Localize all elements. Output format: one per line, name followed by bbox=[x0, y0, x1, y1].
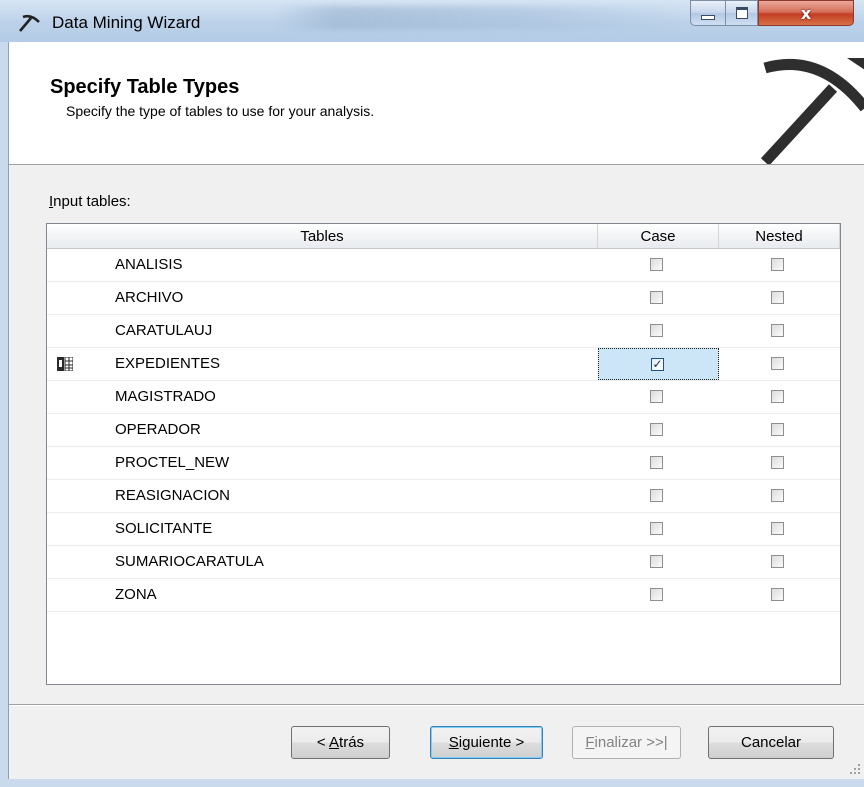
cancel-button[interactable]: Cancelar bbox=[708, 726, 834, 759]
finish-button-label: Finalizar >>| bbox=[585, 734, 668, 751]
case-checkbox[interactable] bbox=[650, 489, 663, 502]
nested-checkbox[interactable] bbox=[771, 423, 784, 436]
table-row[interactable]: ARCHIVO bbox=[47, 282, 840, 315]
back-button[interactable]: < Atrás bbox=[291, 726, 390, 759]
pickaxe-icon bbox=[761, 58, 864, 164]
case-table-icon bbox=[57, 357, 73, 371]
nested-checkbox[interactable] bbox=[771, 390, 784, 403]
case-checkbox[interactable] bbox=[650, 258, 663, 271]
maximize-icon bbox=[735, 7, 748, 19]
table-row[interactable]: REASIGNACION bbox=[47, 480, 840, 513]
table-row[interactable]: EXPEDIENTES ✓ bbox=[47, 348, 840, 381]
table-row[interactable]: CARATULAUJ bbox=[47, 315, 840, 348]
case-checkbox[interactable] bbox=[650, 555, 663, 568]
nested-cell[interactable] bbox=[719, 315, 840, 347]
case-cell[interactable] bbox=[598, 381, 719, 413]
nested-cell[interactable] bbox=[719, 414, 840, 446]
nested-checkbox[interactable] bbox=[771, 258, 784, 271]
nested-cell[interactable] bbox=[719, 513, 840, 545]
pickaxe-app-icon bbox=[19, 14, 40, 32]
resize-grip-icon[interactable] bbox=[849, 763, 861, 775]
table-name: REASIGNACION bbox=[115, 487, 231, 504]
table-name: ARCHIVO bbox=[115, 289, 184, 306]
minimize-button[interactable] bbox=[690, 0, 725, 26]
title-bar[interactable]: Data Mining Wizard x bbox=[0, 0, 864, 42]
nested-checkbox[interactable] bbox=[771, 555, 784, 568]
case-cell[interactable] bbox=[598, 414, 719, 446]
table-name: EXPEDIENTES bbox=[115, 355, 221, 372]
table-name: ANALISIS bbox=[115, 256, 183, 273]
input-tables-label-text: nput tables: bbox=[53, 193, 131, 210]
wizard-body: Specify Table Types Specify the type of … bbox=[8, 42, 864, 779]
back-button-label: < Atrás bbox=[316, 734, 365, 751]
table-row[interactable]: SUMARIOCARATULA bbox=[47, 546, 840, 579]
table-name: OPERADOR bbox=[115, 421, 201, 438]
table-row[interactable]: ZONA bbox=[47, 579, 840, 612]
case-checkbox[interactable] bbox=[650, 390, 663, 403]
maximize-button[interactable] bbox=[725, 0, 758, 26]
nested-cell[interactable] bbox=[719, 480, 840, 512]
case-cell[interactable] bbox=[598, 447, 719, 479]
table-row[interactable]: ANALISIS bbox=[47, 249, 840, 282]
table-name: PROCTEL_NEW bbox=[115, 454, 230, 471]
page-title: Specify Table Types bbox=[50, 76, 240, 98]
case-cell[interactable] bbox=[598, 513, 719, 545]
nested-cell[interactable] bbox=[719, 447, 840, 479]
table-name: MAGISTRADO bbox=[115, 388, 216, 405]
minimize-icon bbox=[701, 15, 715, 20]
table-name: SUMARIOCARATULA bbox=[115, 553, 264, 570]
close-icon: x bbox=[800, 3, 812, 23]
table-name: ZONA bbox=[115, 586, 157, 603]
case-cell[interactable] bbox=[598, 480, 719, 512]
case-checkbox[interactable]: ✓ bbox=[651, 358, 664, 371]
table-row[interactable]: MAGISTRADO bbox=[47, 381, 840, 414]
column-header-case[interactable]: Case bbox=[598, 224, 719, 249]
nested-cell[interactable] bbox=[719, 381, 840, 413]
nested-checkbox[interactable] bbox=[771, 291, 784, 304]
table-row[interactable]: OPERADOR bbox=[47, 414, 840, 447]
grid-header: Tables Case Nested bbox=[47, 224, 840, 249]
case-checkbox[interactable] bbox=[650, 324, 663, 337]
wizard-header: Specify Table Types Specify the type of … bbox=[9, 42, 864, 165]
case-checkbox[interactable] bbox=[650, 456, 663, 469]
nested-checkbox[interactable] bbox=[771, 588, 784, 601]
page-subtitle: Specify the type of tables to use for yo… bbox=[66, 103, 375, 119]
nested-cell[interactable] bbox=[719, 546, 840, 578]
nested-checkbox[interactable] bbox=[771, 489, 784, 502]
case-cell[interactable] bbox=[598, 249, 719, 281]
case-cell[interactable] bbox=[598, 282, 719, 314]
case-checkbox[interactable] bbox=[650, 522, 663, 535]
table-row[interactable]: PROCTEL_NEW bbox=[47, 447, 840, 480]
nested-cell[interactable] bbox=[719, 579, 840, 611]
finish-button: Finalizar >>| bbox=[572, 726, 681, 759]
case-checkbox[interactable] bbox=[650, 423, 663, 436]
nested-checkbox[interactable] bbox=[771, 522, 784, 535]
nested-cell[interactable] bbox=[719, 249, 840, 281]
table-name: SOLICITANTE bbox=[115, 520, 213, 537]
window-title: Data Mining Wizard bbox=[52, 13, 201, 32]
table-row[interactable]: SOLICITANTE bbox=[47, 513, 840, 546]
background-tabs bbox=[275, 6, 685, 30]
nested-checkbox[interactable] bbox=[771, 456, 784, 469]
nested-cell[interactable] bbox=[719, 348, 840, 380]
next-button[interactable]: Siguiente > bbox=[430, 726, 543, 759]
wizard-window: Data Mining Wizard x Specify Table Types… bbox=[0, 0, 864, 787]
nested-checkbox[interactable] bbox=[771, 324, 784, 337]
column-header-tables[interactable]: Tables bbox=[47, 224, 598, 249]
input-tables-label: Input tables: bbox=[49, 193, 131, 210]
column-header-nested[interactable]: Nested bbox=[719, 224, 840, 249]
input-tables-grid[interactable]: Tables Case Nested ANALISIS ARCHIVO CARATU… bbox=[46, 223, 841, 685]
case-cell[interactable] bbox=[598, 546, 719, 578]
table-name: CARATULAUJ bbox=[115, 322, 213, 339]
case-checkbox[interactable] bbox=[650, 588, 663, 601]
footer-separator bbox=[9, 704, 864, 706]
case-cell[interactable] bbox=[598, 315, 719, 347]
case-cell[interactable]: ✓ bbox=[598, 348, 719, 380]
case-checkbox[interactable] bbox=[650, 291, 663, 304]
close-button[interactable]: x bbox=[758, 0, 854, 26]
next-button-label: Siguiente > bbox=[448, 734, 525, 751]
nested-checkbox[interactable] bbox=[771, 357, 784, 370]
case-cell[interactable] bbox=[598, 579, 719, 611]
nested-cell[interactable] bbox=[719, 282, 840, 314]
